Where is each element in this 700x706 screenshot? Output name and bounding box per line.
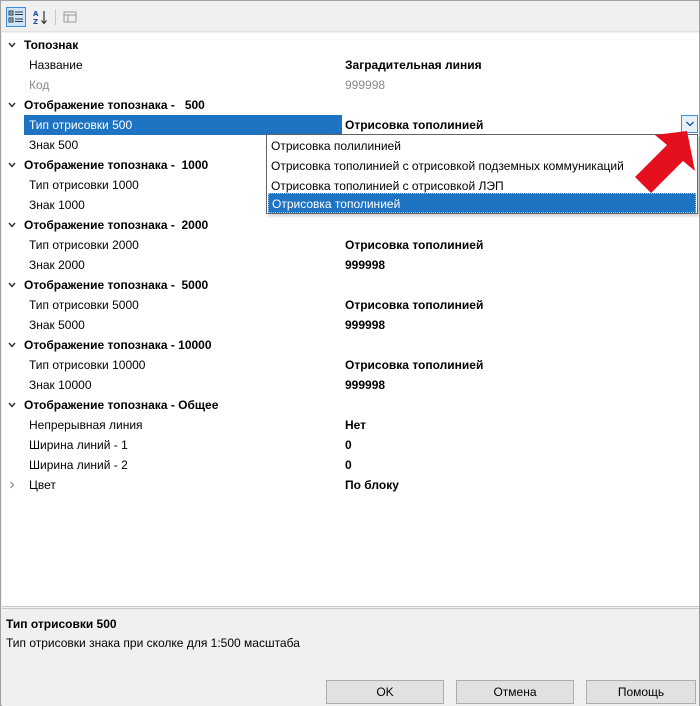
property-grid: Топознак Название Заградительная линия К… [2, 33, 699, 607]
ok-button[interactable]: OK [326, 680, 444, 704]
categorized-view-icon [8, 10, 23, 23]
red-arrow-annotation-icon [635, 131, 695, 193]
property-value[interactable]: По блоку [342, 475, 399, 495]
property-row-code[interactable]: Код 999998 [2, 75, 699, 95]
category-display-5000[interactable]: Отображение топознака - 5000 [2, 275, 699, 295]
property-value: 999998 [345, 78, 386, 92]
description-panel: Тип отрисовки 500 Тип отрисовки знака пр… [2, 608, 699, 666]
category-label: Отображение топознака - 5000 [24, 278, 209, 292]
toolbar-separator [55, 9, 56, 25]
property-value[interactable]: Отрисовка тополинией [342, 295, 483, 315]
property-name: Тип отрисовки 5000 [29, 298, 139, 312]
chevron-down-icon[interactable] [5, 215, 19, 235]
property-name: Непрерывная линия [29, 418, 143, 432]
property-row-continuous-line[interactable]: Непрерывная линия Нет [2, 415, 699, 435]
category-display-general[interactable]: Отображение топознака - Общее [2, 395, 699, 415]
property-value[interactable]: 999998 [342, 315, 385, 335]
property-row-sign-2000[interactable]: Знак 2000 999998 [2, 255, 699, 275]
property-row-draw-type-500[interactable]: Тип отрисовки 500 Отрисовка тополинией [2, 115, 699, 135]
property-row-draw-type-5000[interactable]: Тип отрисовки 5000 Отрисовка тополинией [2, 295, 699, 315]
chevron-down-icon[interactable] [5, 335, 19, 355]
property-pages-button[interactable] [60, 7, 80, 27]
property-row-name[interactable]: Название Заградительная линия [2, 55, 699, 75]
property-row-draw-type-10000[interactable]: Тип отрисовки 10000 Отрисовка тополинией [2, 355, 699, 375]
chevron-down-icon[interactable] [5, 395, 19, 415]
property-name: Знак 5000 [29, 318, 85, 332]
property-value[interactable]: 0 [342, 455, 352, 475]
property-row-line-width-2[interactable]: Ширина линий - 2 0 [2, 455, 699, 475]
property-name: Тип отрисовки 2000 [29, 238, 139, 252]
category-label: Отображение топознака - 10000 [24, 338, 212, 352]
svg-text:Z: Z [33, 18, 38, 25]
property-value[interactable]: Нет [342, 415, 366, 435]
alphabetical-sort-button[interactable]: A Z [30, 7, 50, 27]
property-row-line-width-1[interactable]: Ширина линий - 1 0 [2, 435, 699, 455]
property-value[interactable]: 999998 [342, 255, 385, 275]
categorized-view-button[interactable] [6, 7, 26, 27]
property-value[interactable]: 0 [342, 435, 352, 455]
property-name: Цвет [29, 478, 56, 492]
property-name: Ширина линий - 1 [29, 438, 128, 452]
description-title: Тип отрисовки 500 [6, 617, 117, 631]
category-display-500[interactable]: Отображение топознака - 500 [2, 95, 699, 115]
alphabetical-sort-icon: A Z [33, 10, 47, 25]
property-row-sign-10000[interactable]: Знак 10000 999998 [2, 375, 699, 395]
property-name: Название [29, 58, 83, 72]
chevron-right-icon[interactable] [5, 475, 19, 495]
property-value[interactable]: 999998 [342, 375, 385, 395]
property-name: Тип отрисовки 500 [24, 115, 342, 135]
property-pages-icon [63, 11, 77, 23]
category-label: Топознак [24, 38, 79, 52]
chevron-down-icon [685, 121, 694, 127]
property-value[interactable]: Заградительная линия [342, 55, 482, 75]
property-name: Знак 10000 [29, 378, 92, 392]
property-row-sign-5000[interactable]: Знак 5000 999998 [2, 315, 699, 335]
property-name: Ширина линий - 2 [29, 458, 128, 472]
property-value[interactable]: Отрисовка тополинией [342, 355, 483, 375]
chevron-down-icon[interactable] [5, 95, 19, 115]
property-name: Знак 2000 [29, 258, 85, 272]
svg-text:A: A [33, 10, 39, 18]
description-text: Тип отрисовки знака при сколке для 1:500… [6, 636, 300, 650]
category-toponym[interactable]: Топознак [2, 35, 699, 55]
chevron-down-icon[interactable] [5, 35, 19, 55]
dialog-footer: OK Отмена Помощь [2, 667, 699, 706]
property-grid-toolbar: A Z [2, 2, 699, 32]
chevron-down-icon[interactable] [5, 275, 19, 295]
chevron-down-icon[interactable] [5, 155, 19, 175]
property-row-color[interactable]: Цвет По блоку [2, 475, 699, 495]
property-name: Код [29, 78, 50, 92]
properties-dialog: A Z Топознак Название Заградительная лин… [0, 0, 700, 706]
category-display-2000[interactable]: Отображение топознака - 2000 [2, 215, 699, 235]
property-name: Тип отрисовки 10000 [29, 358, 146, 372]
category-display-10000[interactable]: Отображение топознака - 10000 [2, 335, 699, 355]
category-label: Отображение топознака - 500 [24, 98, 205, 112]
property-row-draw-type-2000[interactable]: Тип отрисовки 2000 Отрисовка тополинией [2, 235, 699, 255]
property-value[interactable]: Отрисовка тополинией [342, 235, 483, 255]
help-button[interactable]: Помощь [586, 680, 696, 704]
category-label: Отображение топознака - 1000 [24, 158, 209, 172]
category-label: Отображение топознака - 2000 [24, 218, 209, 232]
category-label: Отображение топознака - Общее [24, 398, 219, 412]
cancel-button[interactable]: Отмена [456, 680, 574, 704]
combobox-value: Отрисовка тополинией [345, 118, 484, 132]
